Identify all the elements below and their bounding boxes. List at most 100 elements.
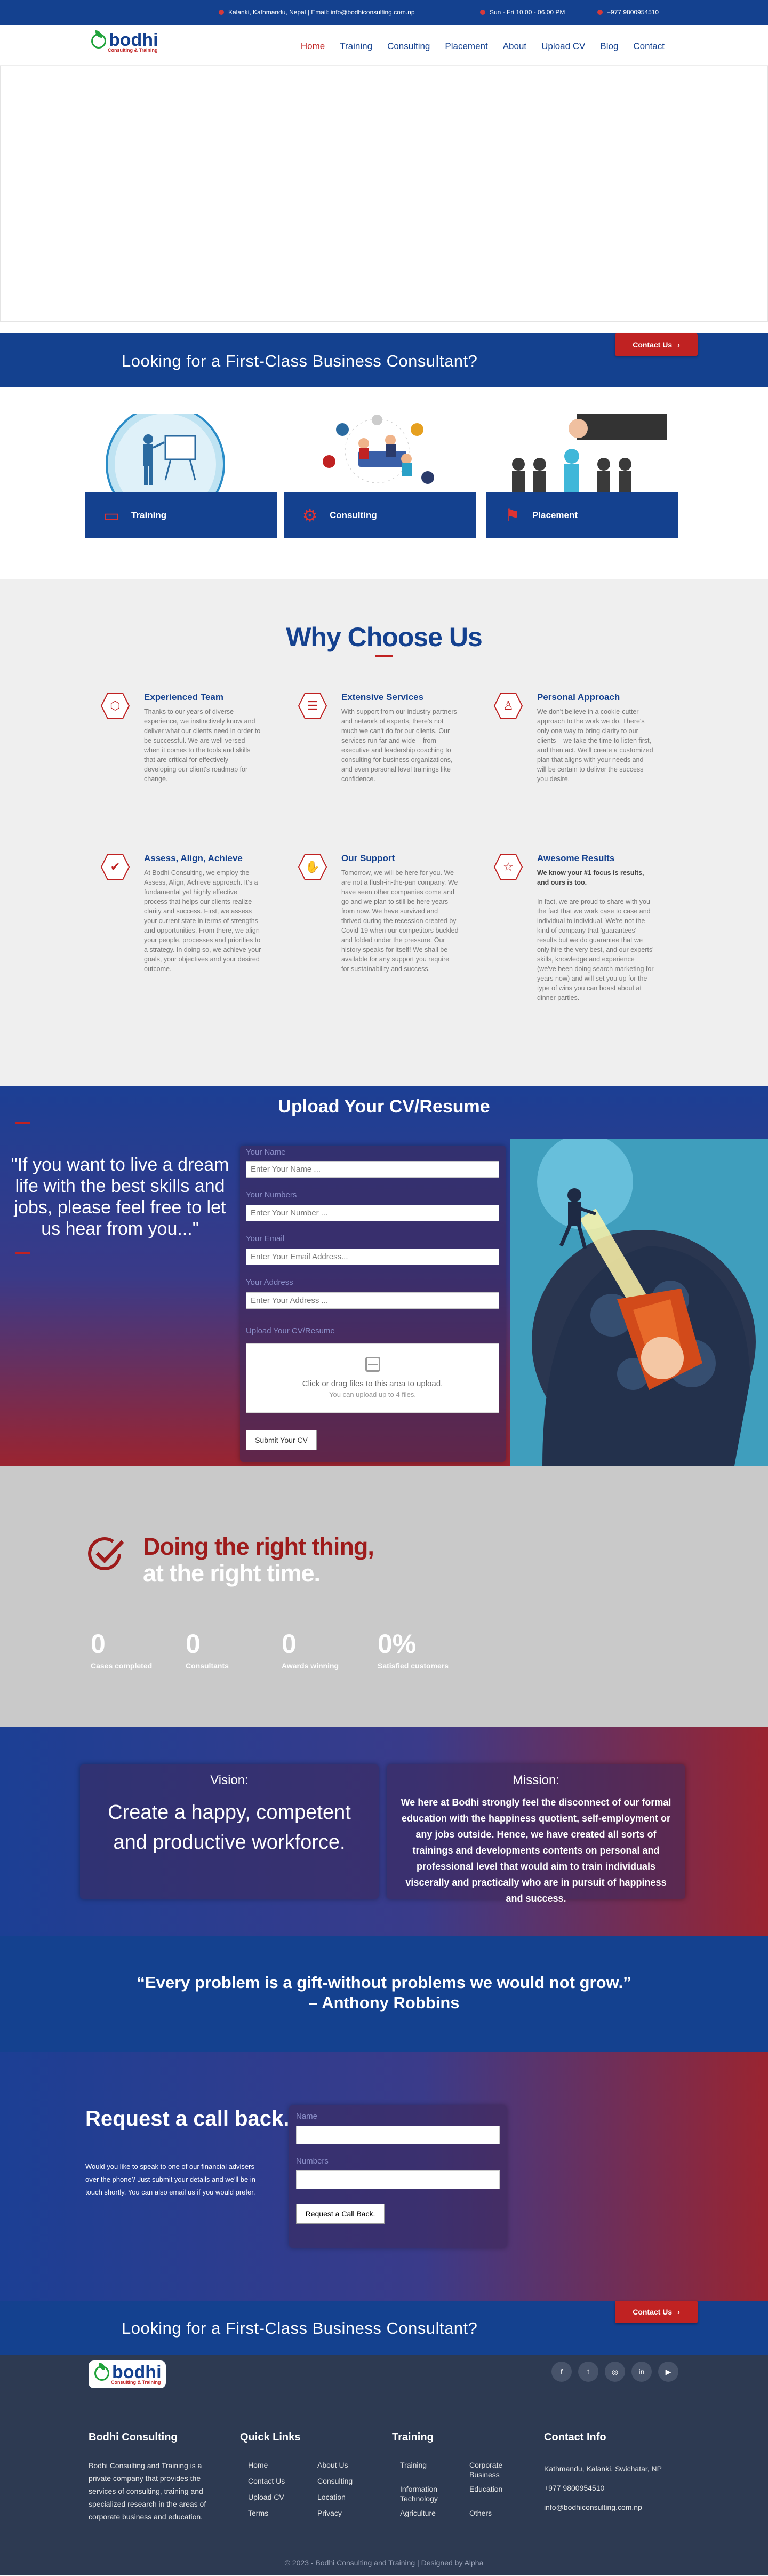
stat-cases-completed: 0 Cases completed [91,1628,152,1670]
quote-strip: “Every problem is a gift-without problem… [0,1936,768,2052]
footer-link-home[interactable]: Home [248,2460,312,2470]
footer-training: Training Training Information Technology A… [392,2431,525,2535]
footer-training-corporate-business[interactable]: Corporate Business [469,2460,533,2479]
feature-body: At Bodhi Consulting, we employ the Asses… [144,869,261,973]
feature-text: At Bodhi Consulting, we employ the Asses… [144,868,261,974]
facebook-icon[interactable]: f [551,2362,572,2382]
address-text: Kalanki, Kathmandu, Nepal | Email: info@… [228,9,415,16]
right-thing-title: Doing the right thing, at the right time… [143,1533,374,1587]
training-icon: ▭ [103,506,120,525]
footer-link-upload-cv[interactable]: Upload CV [248,2492,312,2502]
youtube-icon[interactable]: ▶ [658,2362,678,2382]
logo-mark-icon [93,2363,111,2386]
footer-quick-links: Quick Links Home Contact Us Upload CV Terms… [240,2431,373,2535]
footer-link-about-us[interactable]: About Us [317,2460,381,2470]
quote-author: – Anthony Robbins [308,1993,460,2012]
nav-item-placement[interactable]: Placement [437,38,495,54]
quote-dash [15,1252,30,1254]
consultant-banner-title: Looking for a First-Class Business Consu… [122,2319,478,2338]
consultant-banner: Looking for a First-Class Business Consu… [0,333,768,388]
logo-sub: Consulting & Training [111,2380,161,2385]
feature-body: We don't believe in a cookie-cutter appr… [537,708,653,783]
name-input[interactable] [246,1161,499,1178]
nav-item-home[interactable]: Home [293,38,332,54]
submit-cv-button[interactable]: Submit Your CV [246,1430,317,1450]
footer-training-title: Training [392,2431,525,2448]
call-number-input[interactable] [296,2170,500,2189]
top-info-bar: Kalanki, Kathmandu, Nepal | Email: info@… [0,0,768,25]
footer-link-privacy[interactable]: Privacy [317,2508,381,2518]
service-label: Training [131,510,167,520]
feature-title: Our Support [341,853,395,863]
feature-title: Assess, Align, Achieve [144,853,243,863]
consulting-icon: ⚙ [302,506,318,525]
nav-item-blog[interactable]: Blog [593,38,626,54]
vision-text: Create a happy, competent and productive… [108,1801,351,1854]
service-card-placement[interactable]: ⚑ Placement [486,414,678,539]
twitter-icon[interactable]: t [578,2362,598,2382]
stat-label: Consultants [186,1661,229,1670]
footer-training-others[interactable]: Others [469,2508,533,2518]
nav-item-contact[interactable]: Contact [626,38,672,54]
upload-illustration [510,1139,768,1466]
footer-link-consulting[interactable]: Consulting [317,2476,381,2486]
footer-contact-address: Kathmandu, Kalanki, Swichatar, NP [544,2464,662,2473]
address-input[interactable] [246,1292,499,1309]
copyright: © 2023 - Bodhi Consulting and Training |… [0,2549,768,2575]
check-circle-icon: ✔ [100,852,130,882]
mission-box: Mission: We here at Bodhi strongly feel … [387,1764,685,1904]
footer-training-training[interactable]: Training [400,2460,464,2470]
hero-slider [0,66,768,322]
star-icon: ☆ [493,852,523,882]
request-call-section: Request a call back. Would you like to s… [0,2052,768,2301]
consultant-banner-bottom: Looking for a First-Class Business Consu… [0,2301,768,2355]
feature-title: Personal Approach [537,692,620,702]
nav-item-training[interactable]: Training [332,38,380,54]
upload-title: Upload Your CV/Resume [278,1096,490,1117]
consulting-illustration [323,415,434,484]
hours-info: Sun - Fri 10.00 - 06.00 PM [480,9,565,16]
nav-item-about[interactable]: About [495,38,534,54]
linkedin-icon[interactable]: in [631,2362,652,2382]
contact-us-button[interactable]: Contact Us › [615,333,698,356]
number-input[interactable] [246,1205,499,1221]
footer-training-agriculture[interactable]: Agriculture [400,2508,464,2518]
service-bar-consulting: ⚙ Consulting [284,492,476,538]
services-section: ▭ Training ⚙ Consulting ⚑ Placement [0,387,768,579]
service-card-training[interactable]: ▭ Training [85,414,277,539]
contact-us-label: Contact Us [633,340,673,349]
contact-us-button[interactable]: Contact Us › [615,2301,698,2323]
stat-number: 0% [378,1629,417,1659]
request-call-button[interactable]: Request a Call Back. [296,2204,385,2224]
feature-lead: We know your #1 focus is results, and ou… [537,869,644,886]
cv-label: Upload Your CV/Resume [246,1326,335,1335]
footer-link-location[interactable]: Location [317,2492,381,2502]
feature-text: We don't believe in a cookie-cutter appr… [537,707,654,784]
email-input[interactable] [246,1249,499,1265]
footer-link-contact-us[interactable]: Contact Us [248,2476,312,2486]
footer-logo[interactable]: bodhi Consulting & Training [89,2360,166,2388]
footer-contact-title: Contact Info [544,2431,677,2448]
footer-link-terms[interactable]: Terms [248,2508,312,2518]
footer-contact-email: info@bodhiconsulting.com.np [544,2503,642,2511]
vision-heading: Vision: [210,1773,249,1787]
nav-item-upload-cv[interactable]: Upload CV [534,38,593,54]
logo-mark-icon [90,30,108,54]
feature-text: With support from our industry partners … [341,707,459,784]
location-icon [219,10,224,15]
chevron-right-icon: › [677,340,680,349]
instagram-icon[interactable]: ◎ [605,2362,625,2382]
footer-contact-phone: +977 9800954510 [544,2484,605,2492]
nav-item-consulting[interactable]: Consulting [380,38,437,54]
feature-text: We know your #1 focus is results, and ou… [537,868,654,1003]
feature-body: With support from our industry partners … [341,708,457,783]
site-footer: bodhi Consulting & Training f t ◎ in ▶ Bodhi… [0,2355,768,2575]
file-drop-zone[interactable]: Click or drag files to this area to uplo… [246,1343,499,1413]
service-card-consulting[interactable]: ⚙ Consulting [284,414,476,539]
footer-training-education[interactable]: Education [469,2484,533,2494]
footer-training-information-technology[interactable]: Information Technology [400,2484,464,2503]
feature-title: Experienced Team [144,692,223,702]
site-logo[interactable]: bodhi Consulting & Training [90,30,158,54]
quote-text: “Every problem is a gift-without problem… [137,1973,631,1992]
call-name-input[interactable] [296,2126,500,2144]
